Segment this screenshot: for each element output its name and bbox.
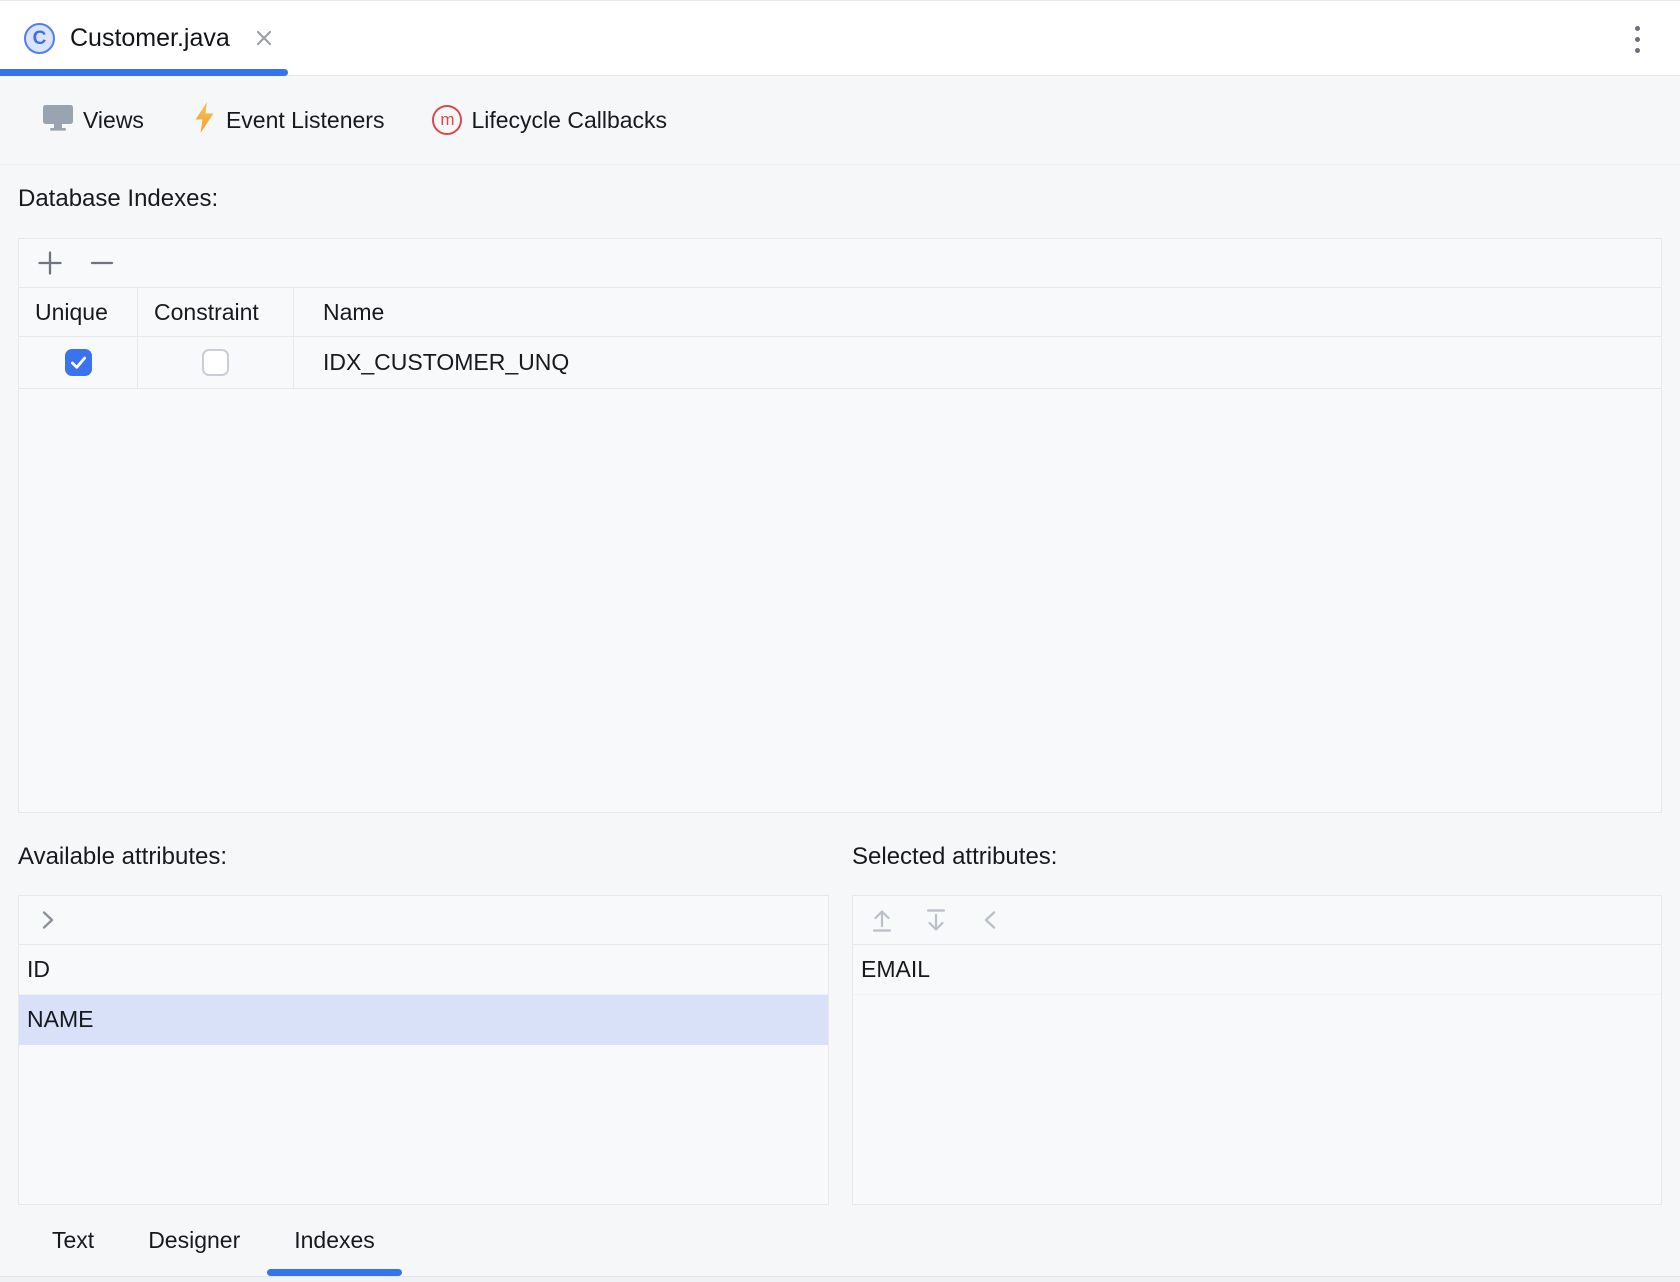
window-bottom-edge	[0, 1276, 1680, 1282]
editor-tab-customer-java[interactable]: C Customer.java	[0, 1, 285, 75]
column-header-unique: Unique	[19, 288, 138, 336]
index-table-row[interactable]: IDX_CUSTOMER_UNQ	[19, 336, 1661, 389]
toolbar-item-label: Lifecycle Callbacks	[471, 107, 667, 134]
indexes-designer-content: Database Indexes: Unique Constraint Name	[0, 184, 1680, 1205]
lightning-icon	[192, 101, 217, 140]
move-right-button[interactable]	[32, 904, 64, 936]
available-attributes-toolbar	[19, 896, 828, 945]
unique-cell	[19, 337, 138, 388]
active-tab-underline	[0, 69, 288, 76]
constraint-checkbox-unchecked[interactable]	[202, 349, 229, 376]
tab-designer[interactable]: Designer	[121, 1205, 267, 1276]
kebab-menu-icon[interactable]	[1624, 23, 1650, 55]
database-indexes-table: Unique Constraint Name IDX_CUSTOMER_UNQ	[18, 238, 1662, 813]
tab-text[interactable]: Text	[25, 1205, 121, 1276]
designer-toolbar: Views Event Listeners m Lifecycle Callba…	[0, 76, 1680, 165]
selected-attributes-toolbar	[853, 896, 1661, 945]
move-left-button[interactable]	[974, 904, 1006, 936]
view-mode-tab-bar: Text Designer Indexes	[0, 1205, 1680, 1276]
add-index-button[interactable]	[34, 247, 66, 279]
method-icon: m	[432, 105, 462, 135]
list-item[interactable]: EMAIL	[853, 945, 1661, 995]
index-table-toolbar	[19, 239, 1661, 288]
index-table-empty-area	[19, 389, 1661, 812]
selected-attributes-panel: EMAIL	[852, 895, 1662, 1205]
move-up-button[interactable]	[866, 904, 898, 936]
class-icon: C	[24, 23, 55, 54]
available-attributes-label: Available attributes:	[18, 842, 852, 872]
move-down-button[interactable]	[920, 904, 952, 936]
list-item-selected[interactable]: NAME	[19, 995, 828, 1045]
available-attributes-panel: ID NAME	[18, 895, 829, 1205]
selected-attributes-label: Selected attributes:	[852, 842, 1057, 872]
toolbar-item-label: Views	[83, 107, 144, 134]
constraint-cell	[138, 337, 294, 388]
remove-index-button[interactable]	[86, 247, 118, 279]
close-tab-icon[interactable]	[253, 27, 275, 49]
list-item[interactable]: ID	[19, 945, 828, 995]
tab-title: Customer.java	[70, 24, 230, 53]
column-header-name: Name	[294, 288, 1661, 336]
monitor-icon	[42, 103, 74, 137]
toolbar-item-label: Event Listeners	[226, 107, 385, 134]
column-header-constraint: Constraint	[138, 288, 294, 336]
toolbar-item-lifecycle-callbacks[interactable]: m Lifecycle Callbacks	[432, 105, 667, 135]
unique-checkbox-checked[interactable]	[65, 349, 92, 376]
index-name-cell: IDX_CUSTOMER_UNQ	[294, 337, 1661, 388]
tab-indexes[interactable]: Indexes	[267, 1205, 402, 1276]
toolbar-item-event-listeners[interactable]: Event Listeners	[192, 101, 385, 140]
editor-tab-bar: C Customer.java	[0, 1, 1680, 76]
database-indexes-label: Database Indexes:	[18, 184, 1662, 214]
toolbar-item-views[interactable]: Views	[42, 103, 144, 137]
index-table-header: Unique Constraint Name	[19, 288, 1661, 336]
